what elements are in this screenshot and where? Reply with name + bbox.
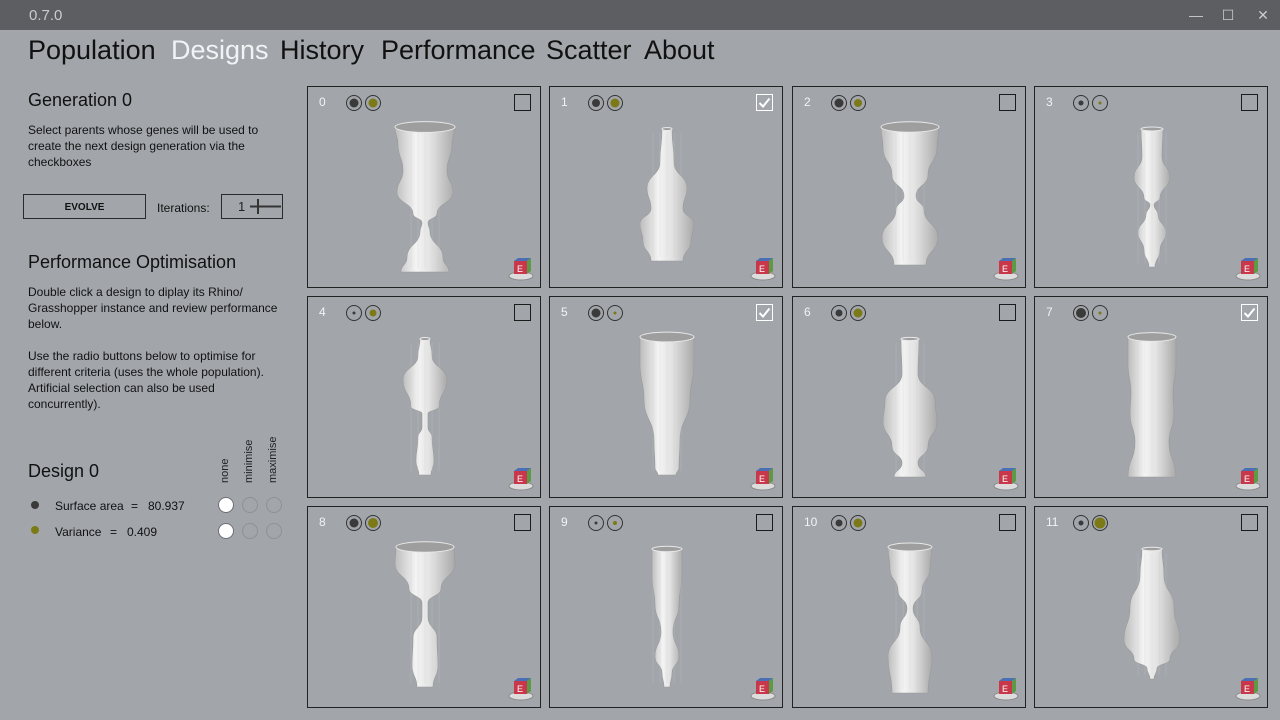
design-preview (402, 337, 448, 476)
svg-text:E: E (759, 684, 765, 694)
maximize-button[interactable]: ☐ (1215, 4, 1241, 26)
svg-text:E: E (517, 264, 523, 274)
perf-desc-8: concurrently). (28, 397, 101, 411)
close-button[interactable]: ✕ (1250, 4, 1276, 26)
surface-area-color-dot (31, 501, 39, 509)
criterion-surface-area-value: 80.937 (148, 499, 185, 513)
iterations-label: Iterations: (157, 201, 210, 215)
criterion-variance-name: Variance (55, 525, 102, 539)
design-card[interactable]: 10 E (792, 506, 1026, 708)
design-card[interactable]: 1E (549, 86, 783, 288)
column-maximise-label: maximise (267, 436, 279, 483)
design-preview (1127, 332, 1177, 478)
surface-area-radio-maximise[interactable] (266, 497, 282, 513)
rhino-grasshopper-icon[interactable]: E (750, 257, 776, 281)
design-title: Design 0 (28, 461, 100, 481)
svg-text:E: E (759, 474, 765, 484)
version-label: 0.7.0 (29, 7, 63, 24)
svg-text:E: E (1002, 474, 1008, 484)
svg-text:E: E (517, 474, 523, 484)
design-preview (394, 541, 456, 688)
variance-radio-minimise[interactable] (242, 523, 258, 539)
design-preview (639, 331, 695, 476)
design-preview (1123, 546, 1181, 680)
tab-performance[interactable]: Performance (381, 35, 536, 66)
svg-text:E: E (1244, 474, 1250, 484)
svg-text:E: E (1002, 264, 1008, 274)
criterion-variance-value: 0.409 (127, 525, 158, 539)
criterion-surface-area-eq: = (131, 499, 139, 513)
design-card[interactable]: 4E (307, 296, 541, 498)
rhino-grasshopper-icon[interactable]: E (750, 467, 776, 491)
perf-desc-1: Double click a design to diplay its Rhin… (28, 285, 243, 299)
rhino-grasshopper-icon[interactable]: E (508, 677, 534, 701)
rhino-grasshopper-icon[interactable]: E (1235, 677, 1261, 701)
surface-area-radio-none[interactable] (218, 497, 234, 513)
svg-text:E: E (517, 684, 523, 694)
iterations-value: 1 (238, 199, 246, 214)
perf-desc-5: Use the radio buttons below to optimise … (28, 349, 256, 363)
column-minimise-label: minimise (243, 439, 255, 483)
perf-desc-3: below. (28, 317, 63, 331)
tab-scatter[interactable]: Scatter (546, 35, 632, 66)
perf-desc-6: different criteria (uses the whole popul… (28, 365, 264, 379)
tab-history[interactable]: History (280, 35, 364, 66)
design-card[interactable]: 9E (549, 506, 783, 708)
generation-desc-3: checkboxes (28, 155, 92, 169)
design-card[interactable]: 11 E (1034, 506, 1268, 708)
generation-desc-2: create the next design generation via th… (28, 139, 245, 153)
design-card[interactable]: 0E (307, 86, 541, 288)
rhino-grasshopper-icon[interactable]: E (1235, 257, 1261, 281)
design-card[interactable]: 2E (792, 86, 1026, 288)
variance-radio-none[interactable] (218, 523, 234, 539)
design-card[interactable]: 6E (792, 296, 1026, 498)
svg-text:E: E (1244, 264, 1250, 274)
generation-title: Generation 0 (28, 90, 133, 110)
rhino-grasshopper-icon[interactable]: E (993, 677, 1019, 701)
minus-icon[interactable] (266, 199, 282, 214)
perf-desc-7: Artificial selection can also be used (28, 381, 215, 395)
rhino-grasshopper-icon[interactable]: E (1235, 467, 1261, 491)
rhino-grasshopper-icon[interactable]: E (508, 257, 534, 281)
rhino-grasshopper-icon[interactable]: E (993, 257, 1019, 281)
minimize-button[interactable]: — (1183, 4, 1209, 26)
perf-desc-2: Grasshopper instance and review performa… (28, 301, 278, 315)
generation-desc-1: Select parents whose genes will be used … (28, 123, 259, 137)
tab-about[interactable]: About (644, 35, 715, 66)
surface-area-radio-minimise[interactable] (242, 497, 258, 513)
design-preview (882, 336, 938, 478)
design-card[interactable]: 7E (1034, 296, 1268, 498)
variance-color-dot (31, 526, 39, 534)
design-preview (1133, 126, 1171, 268)
title-bar: 0.7.0 — ☐ ✕ (0, 0, 1280, 30)
svg-text:E: E (759, 264, 765, 274)
design-preview (887, 542, 933, 694)
design-card[interactable]: 8E (307, 506, 541, 708)
design-preview (880, 121, 940, 266)
criterion-variance-eq: = (110, 525, 118, 539)
design-card[interactable]: 5E (549, 296, 783, 498)
column-none-label: none (219, 458, 231, 483)
plus-icon[interactable] (250, 199, 266, 214)
design-preview (394, 121, 456, 273)
design-preview (639, 127, 695, 262)
variance-radio-maximise[interactable] (266, 523, 282, 539)
criterion-surface-area-name: Surface area (55, 499, 124, 513)
design-card[interactable]: 3E (1034, 86, 1268, 288)
svg-text:E: E (1244, 684, 1250, 694)
rhino-grasshopper-icon[interactable]: E (750, 677, 776, 701)
tab-designs[interactable]: Designs (171, 35, 269, 66)
performance-title: Performance Optimisation (28, 252, 237, 272)
tab-population[interactable]: Population (28, 35, 156, 66)
evolve-button[interactable]: EVOLVE (23, 194, 146, 219)
iterations-stepper[interactable]: 1 (221, 194, 283, 219)
rhino-grasshopper-icon[interactable]: E (508, 467, 534, 491)
svg-text:E: E (1002, 684, 1008, 694)
design-preview (651, 545, 683, 688)
rhino-grasshopper-icon[interactable]: E (993, 467, 1019, 491)
